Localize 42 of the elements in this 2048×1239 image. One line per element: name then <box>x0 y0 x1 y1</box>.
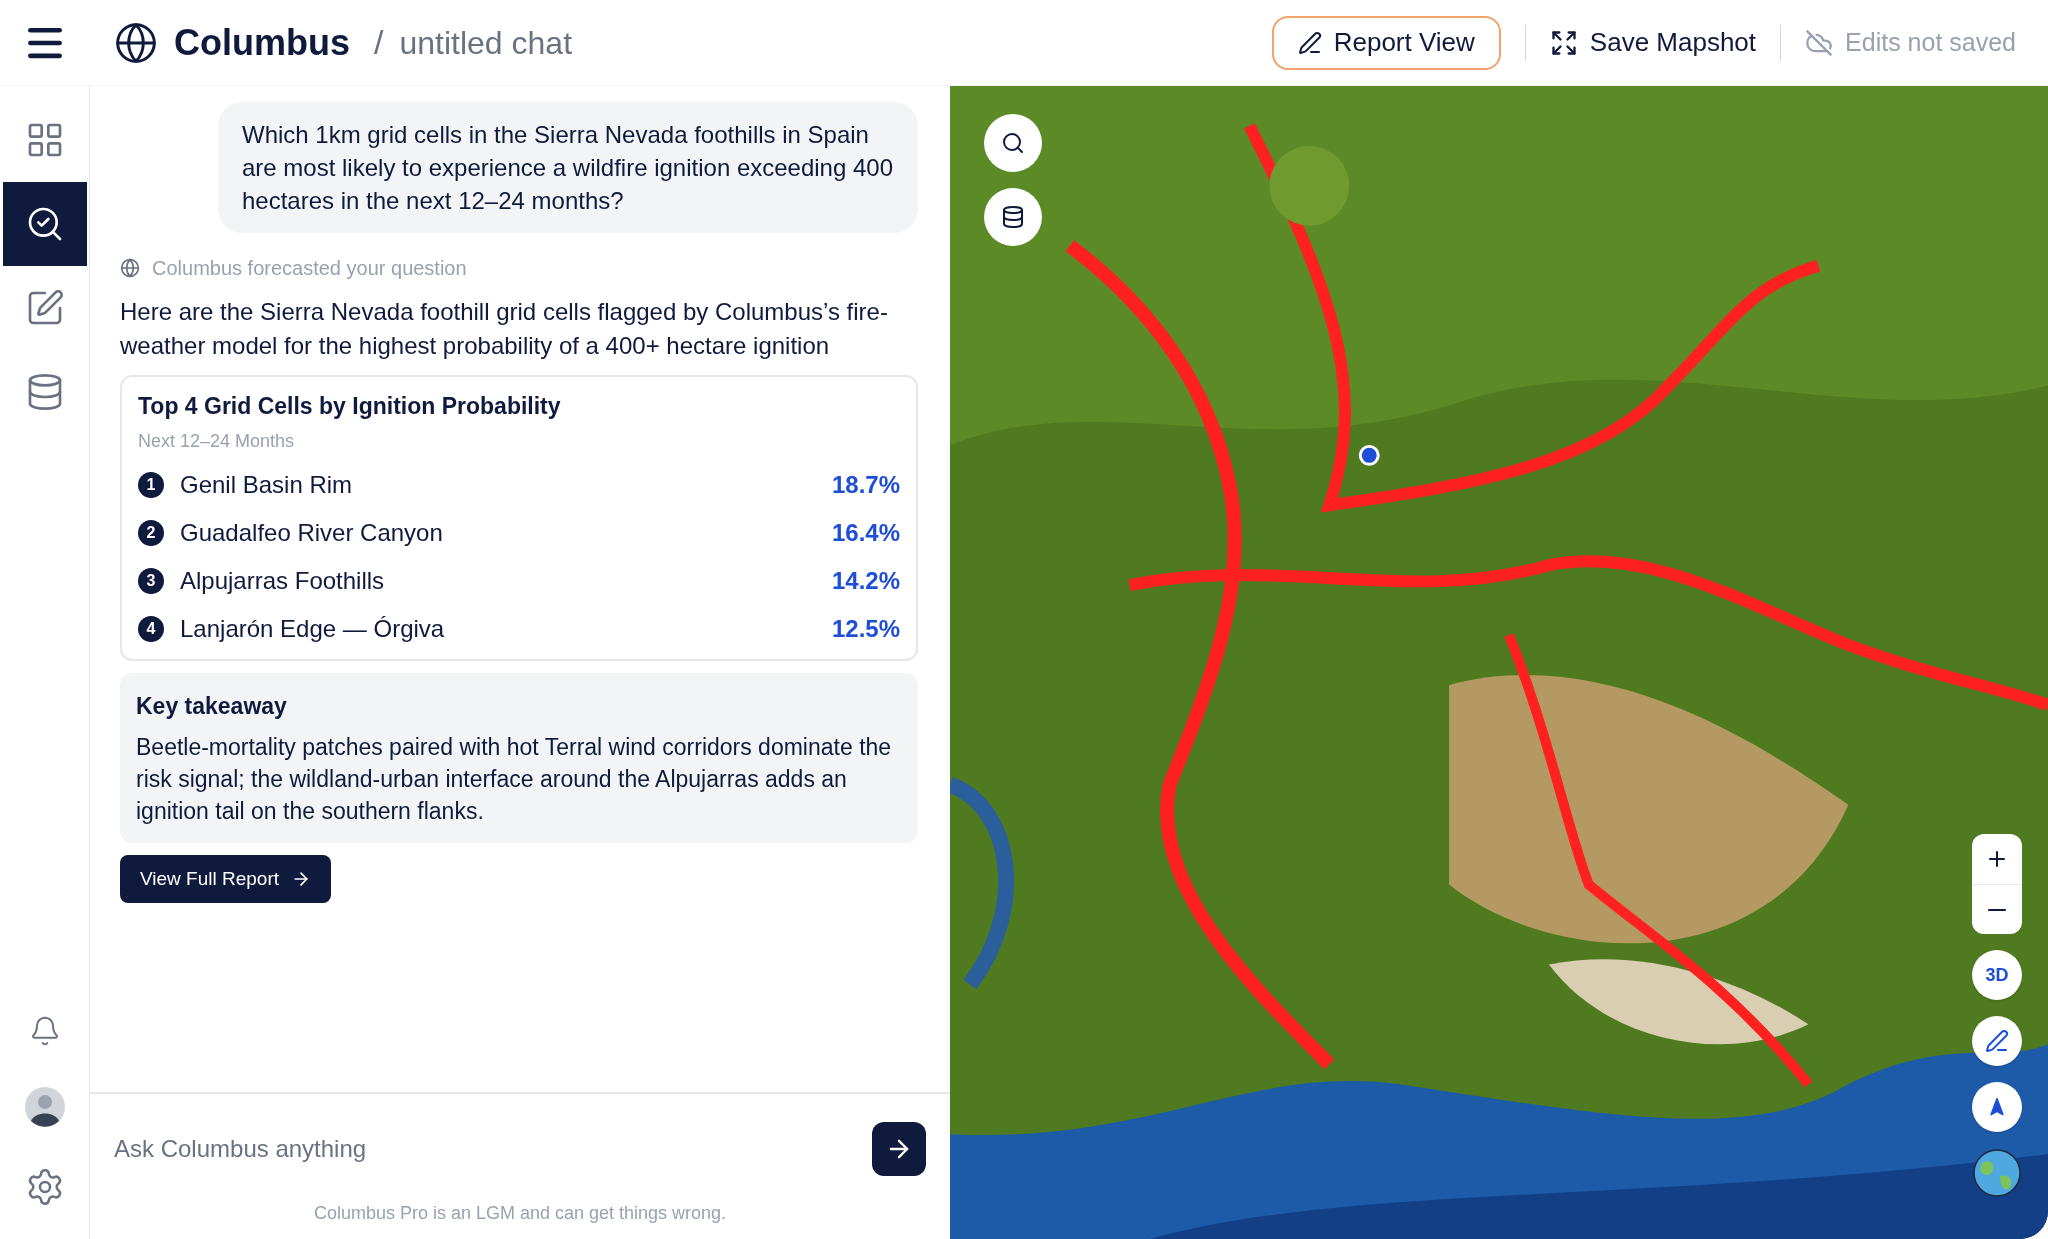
north-arrow-icon <box>1987 1097 2007 1117</box>
cloud-off-icon <box>1805 28 1834 57</box>
probability-value: 14.2% <box>831 565 900 596</box>
takeaway-text: Beetle-mortality patches paired with hot Terral wind corridors dominate the risk signal; the wildland-urban interface around the Alpujarras adds an ignition tail on the southern flanks. <box>136 733 893 826</box>
question-bubble: Which 1km grid cells in the Sierra Nevada foothills in Spain are most likely to experience a wildfire ignition exceeding 400 hectares in the next 12–24 months? <box>218 102 918 233</box>
database-icon <box>1001 205 1025 229</box>
globe-icon <box>120 258 140 278</box>
save-mapshot-button[interactable]: Save Mapshot <box>1549 23 1757 62</box>
brand-name: Columbus <box>174 20 350 65</box>
report-view-button[interactable]: Report View <box>1271 15 1501 70</box>
globe-logo-icon <box>114 20 158 65</box>
sidebar-item[interactable] <box>2 182 87 266</box>
rank-badge: 4 <box>138 615 164 642</box>
globe-icon[interactable] <box>1972 1148 2022 1198</box>
rank-badge: 3 <box>138 567 164 594</box>
rank-badge: 2 <box>138 519 164 546</box>
chat-input-field[interactable]: Ask Columbus anything <box>114 1131 872 1167</box>
expand-icon <box>1549 28 1578 57</box>
answer-text: Here are the Sierra Nevada foothill grid cells flagged by Columbus’s fire-weather model for the highest probability of a 400+ hectare ignition <box>120 297 889 361</box>
pen-icon <box>1297 30 1322 55</box>
avatar-icon[interactable] <box>24 1087 65 1127</box>
search-icon <box>1001 131 1025 155</box>
grid-cell-name: Genil Basin Rim <box>180 469 353 500</box>
status-text: Columbus forecasted your question <box>152 256 467 281</box>
minus-icon <box>1988 908 2006 911</box>
send-button[interactable] <box>872 1122 926 1176</box>
save-status-text: Edits not saved <box>1845 26 2016 58</box>
grid-cell-name: Alpujarras Foothills <box>180 565 385 596</box>
grid-cell-name: Guadalfeo River Canyon <box>180 517 443 548</box>
grid-cell-name: Lanjarón Edge — Órgiva <box>180 613 445 644</box>
probability-value: 18.7% <box>831 469 900 500</box>
disclaimer-text: Columbus Pro is an LGM and can get things wrong. <box>312 1202 728 1225</box>
pen-icon <box>1985 1029 2009 1053</box>
chat-title: untitled chat <box>399 23 572 63</box>
rank-badge: 1 <box>138 471 164 498</box>
ranking-title: Top 4 Grid Cells by Ignition Probability <box>138 392 562 421</box>
probability-value: 12.5% <box>831 613 900 644</box>
takeaway-title: Key takeaway <box>136 691 288 721</box>
probability-value: 16.4% <box>831 517 900 548</box>
ranking-subtitle: Next 12–24 Months <box>138 429 296 453</box>
breadcrumb-separator: / <box>374 22 384 63</box>
view-full-report-button[interactable]: View Full Report <box>120 855 332 903</box>
